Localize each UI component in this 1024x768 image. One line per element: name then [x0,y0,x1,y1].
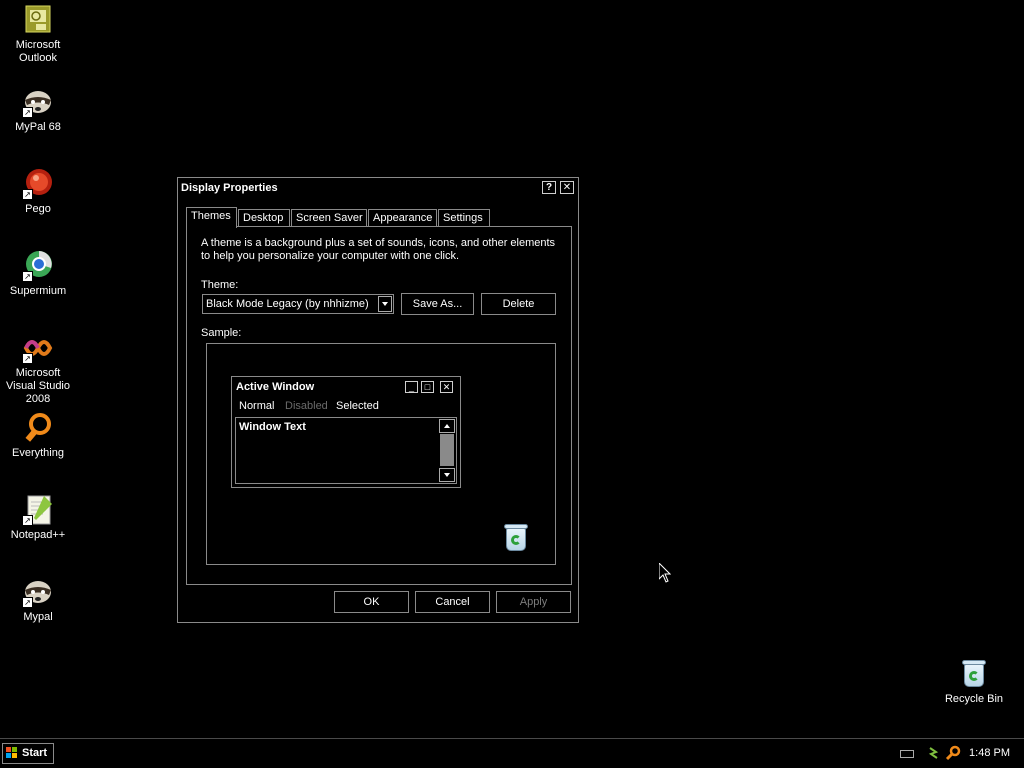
desktop-icon-label: Notepad++ [10,529,66,541]
tab-appearance[interactable]: Appearance [368,209,437,227]
taskbar: Start 1:48 PM [0,738,1024,768]
notepadpp-icon: ↗ [22,494,54,526]
outlook-icon [22,4,54,36]
desktop-icon-label: Microsoft Visual Studio 2008 [5,367,70,405]
shortcut-arrow-icon: ↗ [22,271,33,282]
close-icon: ✕ [440,381,453,393]
theme-sample-preview: Active Window _ □ ✕ Normal Disabled Sele… [206,343,556,565]
desktop-icon-supermium[interactable]: ↗ Supermium [0,250,76,298]
theme-dropdown[interactable]: Black Mode Legacy (by nhhizme) [202,294,394,314]
sample-window-text: Window Text [239,421,306,433]
sample-menu-disabled: Disabled [285,400,328,412]
tab-desktop[interactable]: Desktop [238,209,290,227]
maximize-icon: □ [421,381,434,393]
scroll-up-icon [439,419,455,433]
scroll-down-icon [439,468,455,482]
network-icon[interactable] [928,746,940,763]
chevron-down-icon[interactable] [378,296,392,312]
clock[interactable]: 1:48 PM [969,747,1010,759]
sample-window-title: Active Window [236,381,315,393]
sample-label: Sample: [201,327,242,339]
desktop-icon-label: MyPal 68 [15,121,61,133]
pego-icon: ↗ [22,168,54,200]
sample-menu-selected: Selected [336,400,379,412]
desktop-icon-label: Mypal [23,611,53,623]
desktop-icon-label: Everything [12,447,64,459]
desktop-icon-pego[interactable]: ↗ Pego [0,168,76,216]
raccoon-icon: ↗ [22,86,54,118]
start-label: Start [22,747,48,759]
mouse-cursor-icon [658,561,672,586]
sample-window: Active Window _ □ ✕ Normal Disabled Sele… [231,376,461,488]
shortcut-arrow-icon: ↗ [22,515,33,526]
shortcut-arrow-icon: ↗ [22,597,33,608]
desktop-icon-label: Recycle Bin [944,693,1004,705]
desktop-icon-outlook[interactable]: Microsoft Outlook [0,4,76,65]
dialog-title: Display Properties [181,182,278,194]
theme-dropdown-value: Black Mode Legacy (by nhhizme) [206,298,369,310]
everything-tray-icon[interactable] [945,745,961,764]
desktop-icon-label: Pego [25,203,51,215]
start-button[interactable]: Start [2,743,54,764]
tab-screen-saver[interactable]: Screen Saver [291,209,367,227]
sample-window-text-area: Window Text [235,417,457,484]
minimize-icon: _ [405,381,418,393]
sample-menu-normal: Normal [239,400,275,412]
shortcut-arrow-icon: ↗ [22,189,33,200]
recycle-bin-icon [958,658,990,690]
themes-panel: A theme is a background plus a set of so… [186,226,572,585]
supermium-icon: ↗ [22,250,54,282]
display-properties-dialog: Display Properties ? ✕ Themes Desktop Sc… [177,177,579,623]
desktop-icon-everything[interactable]: Everything [0,412,76,460]
shortcut-arrow-icon: ↗ [22,107,33,118]
desktop-icon-visual-studio[interactable]: ↗ Microsoft Visual Studio 2008 [0,332,76,406]
desktop-icon-label: Microsoft Outlook [15,39,61,64]
tab-settings[interactable]: Settings [438,209,490,227]
sample-recycle-bin-icon [503,522,529,552]
keyboard-icon[interactable] [900,750,914,758]
desktop-icon-mypal[interactable]: ↗ Mypal [0,576,76,624]
apply-button[interactable]: Apply [496,591,571,613]
raccoon-icon: ↗ [22,576,54,608]
desktop-icon-notepadpp[interactable]: ↗ Notepad++ [0,494,76,542]
help-button[interactable]: ? [542,181,556,194]
save-as-button[interactable]: Save As... [401,293,474,315]
scroll-thumb [440,434,454,466]
ok-button[interactable]: OK [334,591,409,613]
everything-icon [22,412,54,444]
shortcut-arrow-icon: ↗ [22,353,33,364]
sample-scrollbar [439,419,455,482]
theme-description: A theme is a background plus a set of so… [201,237,556,262]
cancel-button[interactable]: Cancel [415,591,490,613]
close-button[interactable]: ✕ [560,181,574,194]
desktop-icon-mypal68[interactable]: ↗ MyPal 68 [0,86,76,134]
delete-button[interactable]: Delete [481,293,556,315]
visual-studio-icon: ↗ [22,332,54,364]
theme-label: Theme: [201,279,239,291]
tab-themes[interactable]: Themes [186,207,237,228]
desktop-icon-label: Supermium [9,285,67,297]
desktop-icon-recycle-bin[interactable]: Recycle Bin [936,658,1012,706]
windows-flag-icon [6,747,18,759]
